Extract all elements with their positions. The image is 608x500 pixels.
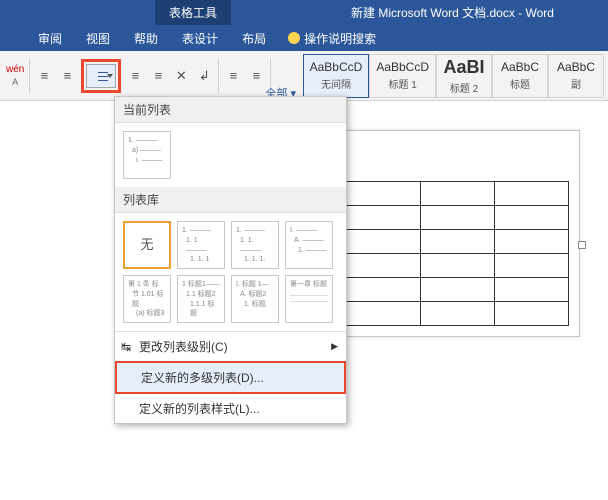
document-page[interactable]: [335, 130, 580, 337]
tell-me-label: 操作说明搜索: [304, 30, 376, 47]
multilevel-list-dropdown: 当前列表 1. ——— a) ——— i. ——— 列表库 无 1. ——— 1…: [114, 96, 347, 424]
decrease-indent-button[interactable]: ≡: [124, 65, 146, 87]
change-list-level-item[interactable]: ↹ 更改列表级别(C) ▶: [115, 332, 346, 361]
tab-layout[interactable]: 布局: [232, 26, 276, 51]
tab-help[interactable]: 帮助: [124, 26, 168, 51]
tab-table-design[interactable]: 表设计: [172, 26, 228, 51]
increase-indent-button[interactable]: ≡: [147, 65, 169, 87]
list-thumb[interactable]: 1. ——— 1. 1 ——— 1. 1. 1 ——: [177, 221, 225, 269]
font-a-icon[interactable]: A: [12, 77, 18, 87]
multilevel-list-button-highlight: [81, 59, 121, 93]
table-row: [347, 230, 569, 254]
separator: [218, 58, 219, 94]
define-new-list-style-item[interactable]: 定义新的列表样式(L)...: [115, 394, 346, 423]
current-list-header: 当前列表: [115, 97, 346, 123]
list-thumb[interactable]: I. 标题 1— A. 标题2 1. 标题: [231, 275, 279, 323]
table-row: [347, 278, 569, 302]
dropdown-menu: ↹ 更改列表级别(C) ▶ 定义新的多级列表(D)... 定义新的列表样式(L)…: [115, 331, 346, 423]
numbering-button[interactable]: ≡: [56, 65, 78, 87]
separator: [29, 58, 30, 94]
multilevel-list-button[interactable]: [86, 64, 116, 88]
line-spacing-button[interactable]: ≡: [245, 65, 267, 87]
font-group: wén A: [4, 62, 26, 89]
tab-review[interactable]: 审阅: [28, 26, 72, 51]
show-marks-button[interactable]: ↲: [193, 65, 215, 87]
table-row: [347, 182, 569, 206]
titlebar: 表格工具 新建 Microsoft Word 文档.docx - Word: [0, 0, 608, 25]
list-none-thumb[interactable]: 无: [123, 221, 171, 269]
phonetic-guide-icon[interactable]: wén: [6, 64, 24, 75]
style-no-spacing[interactable]: AaBbCcD 无间隔: [303, 54, 370, 98]
multilevel-list-icon: [94, 70, 108, 82]
list-thumb[interactable]: I. ——— A. ——— 1. ———: [285, 221, 333, 269]
current-list-thumb[interactable]: 1. ——— a) ——— i. ———: [123, 131, 171, 179]
lightbulb-icon: [288, 32, 300, 44]
style-title[interactable]: AaBbC 标题: [492, 54, 548, 98]
list-thumb[interactable]: 第 1 条 标 节 1.01 标题 (a) 标题3: [123, 275, 171, 323]
list-thumb[interactable]: 1 标题1—— 1.1 标题2 1.1.1 标题: [177, 275, 225, 323]
document-table[interactable]: [346, 181, 569, 326]
document-area: [335, 130, 580, 337]
table-resize-handle[interactable]: [578, 241, 586, 249]
table-row: [347, 302, 569, 326]
tell-me-search[interactable]: 操作说明搜索: [288, 30, 376, 47]
list-thumb[interactable]: 1. ——— 1. 1. ——— 1. 1. 1. ——: [231, 221, 279, 269]
indent-arrow-icon: ↹: [121, 340, 131, 354]
dropdown-caret-icon: [107, 74, 113, 78]
style-heading2[interactable]: AaBI 标题 2: [436, 54, 492, 98]
define-new-multilevel-item[interactable]: 定义新的多级列表(D)...: [115, 361, 346, 394]
table-row: [347, 206, 569, 230]
sort-button[interactable]: ✕: [170, 65, 192, 87]
table-row: [347, 254, 569, 278]
ribbon-tabs: 审阅 视图 帮助 表设计 布局 操作说明搜索: [0, 25, 608, 51]
style-heading1[interactable]: AaBbCcD 标题 1: [369, 54, 436, 98]
define-new-multilevel-highlight: 定义新的多级列表(D)...: [115, 361, 346, 394]
align-left-button[interactable]: ≡: [222, 65, 244, 87]
table-tools-tab: 表格工具: [155, 0, 231, 25]
list-thumb[interactable]: 第一章 标题: [285, 275, 333, 323]
style-subtitle[interactable]: AaBbC 副: [548, 54, 604, 98]
tab-view[interactable]: 视图: [76, 26, 120, 51]
list-library-header: 列表库: [115, 187, 346, 213]
document-title: 新建 Microsoft Word 文档.docx - Word: [351, 4, 554, 21]
submenu-arrow-icon: ▶: [331, 341, 338, 352]
styles-gallery: AaBbCcD 无间隔 AaBbCcD 标题 1 AaBI 标题 2 AaBbC…: [303, 54, 604, 98]
ribbon: wén A ≡ ≡ ≡ ≡ ✕ ↲ ≡ ≡ 全部 ▾ AaBbCcD 无间隔 A…: [0, 51, 608, 101]
bullets-button[interactable]: ≡: [33, 65, 55, 87]
